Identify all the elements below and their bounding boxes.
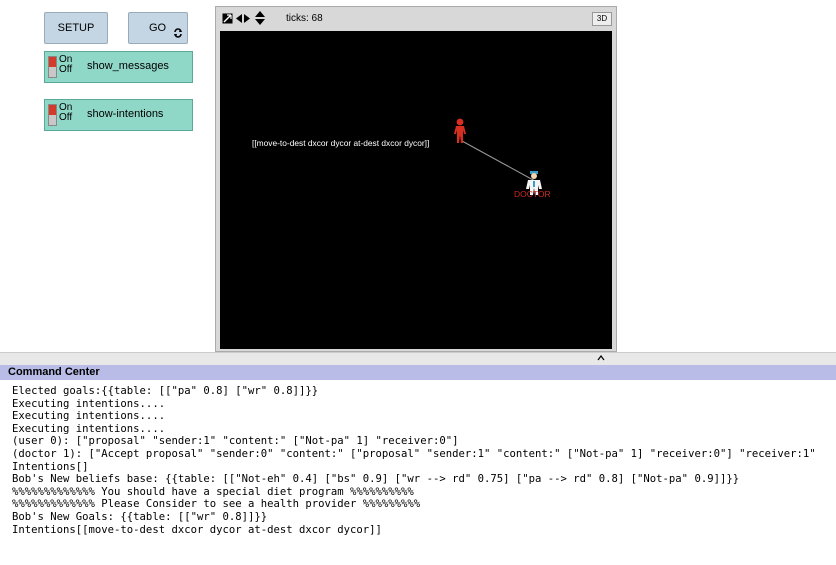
forever-loop-icon [174, 28, 182, 38]
world-canvas[interactable]: DOCTOR [[move-to-dest dxcor dycor at-des… [220, 31, 612, 349]
output-line: %%%%%%%%%%%%% You should have a special … [12, 485, 414, 498]
view-toolbar: ticks: 68 3D [216, 7, 616, 31]
output-line: (user 0): ["proposal" "sender:1" "conten… [12, 435, 459, 448]
show-intentions-label: show-intentions [87, 108, 164, 120]
output-line: (doctor 1): ["Accept proposal" "sender:0… [12, 447, 816, 460]
output-line: Executing intentions.... [12, 410, 166, 423]
go-button-label: GO [149, 22, 167, 34]
output-line: Elected goals:{{table: [["pa" 0.8] ["wr"… [12, 385, 319, 397]
output-line: Executing intentions.... [12, 397, 166, 410]
show-messages-switch[interactable]: On Off show_messages [44, 51, 193, 83]
output-line: %%%%%%%%%%%%% Please Consider to see a h… [12, 498, 421, 511]
output-line: Executing intentions.... [12, 422, 166, 435]
output-line: Bob's New beliefs base: {{table: [["Not-… [12, 473, 740, 486]
show-intentions-switch[interactable]: On Off show-intentions [44, 99, 193, 131]
command-center-splitter[interactable] [0, 352, 836, 366]
go-button[interactable]: GO [128, 12, 188, 44]
intention-label: [[move-to-dest dxcor dycor at-dest dxcor… [252, 138, 430, 148]
output-line: Intentions[[move-to-dest dxcor dycor at-… [12, 523, 382, 536]
doctor-label: DOCTOR [514, 189, 551, 199]
setup-button[interactable]: SETUP [44, 12, 108, 44]
switch-toggle[interactable] [48, 56, 57, 78]
ticks-counter: ticks: 68 [286, 13, 323, 24]
horizontal-arrows-icon[interactable] [236, 13, 250, 24]
output-line: Intentions[] [12, 460, 89, 473]
user-agent-icon[interactable] [452, 118, 468, 144]
switch-toggle[interactable] [48, 104, 57, 126]
setup-button-label: SETUP [57, 22, 95, 34]
resize-icon[interactable] [222, 13, 233, 24]
output-line: Bob's New Goals: {{table: [["wr" 0.8]]}} [12, 510, 268, 523]
world-view: ticks: 68 3D DOCTOR [[move-to-dest dxcor… [215, 6, 617, 352]
caret-up-icon[interactable] [597, 355, 605, 361]
switch-off-label: Off [59, 112, 73, 123]
3d-button[interactable]: 3D [592, 12, 612, 26]
command-center-title: Command Center [8, 366, 100, 378]
3d-button-label: 3D [596, 14, 608, 23]
command-center-output: Elected goals:{{table: [["pa" 0.8] ["wr"… [12, 385, 836, 536]
switch-off-label: Off [59, 64, 73, 75]
show-messages-label: show_messages [87, 60, 169, 72]
command-center-header: Command Center [0, 365, 836, 380]
vertical-arrows-icon[interactable] [254, 11, 266, 25]
